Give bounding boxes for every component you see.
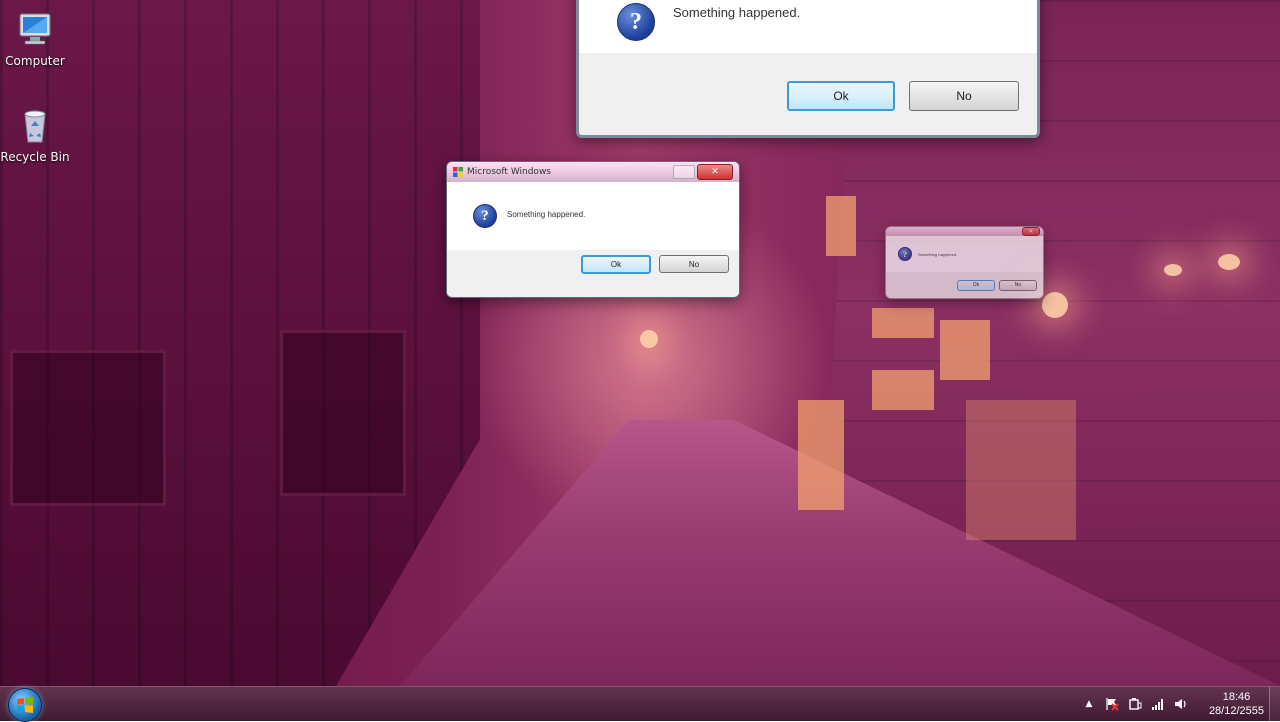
dialog-footer: Ok No bbox=[886, 272, 1043, 298]
wallpaper-window bbox=[280, 330, 406, 496]
wallpaper-lamp bbox=[640, 330, 658, 348]
close-icon: ✕ bbox=[1028, 228, 1034, 235]
dialog-titlebar[interactable]: ✕ bbox=[886, 227, 1043, 236]
message-dialog-middle: Microsoft Windows ✕ ? Something happened… bbox=[446, 161, 740, 298]
wallpaper-window bbox=[10, 350, 166, 506]
dialog-message: Something happened. bbox=[673, 4, 801, 20]
dialog-footer: Ok No bbox=[579, 53, 1037, 135]
dialog-title: Microsoft Windows bbox=[467, 167, 551, 177]
wallpaper-left-wall bbox=[0, 0, 480, 686]
clock-date: 28/12/2555 bbox=[1208, 705, 1264, 717]
system-tray: ▲ 18:46 28/12/2555 bbox=[1082, 687, 1264, 721]
wallpaper-sign bbox=[940, 320, 990, 380]
no-button[interactable]: No bbox=[999, 279, 1037, 291]
desktop-icon-recycle-bin[interactable]: Recycle Bin bbox=[0, 106, 70, 164]
show-desktop-button[interactable] bbox=[1269, 687, 1280, 721]
ok-button[interactable]: Ok bbox=[957, 279, 995, 291]
wallpaper-sign bbox=[798, 400, 844, 510]
no-button[interactable]: No bbox=[659, 255, 729, 273]
dialog-message: Something happened. bbox=[507, 209, 586, 219]
wallpaper-sign bbox=[872, 370, 934, 410]
show-hidden-icons-arrow[interactable]: ▲ bbox=[1082, 697, 1096, 711]
dialog-body: ? Something happened. bbox=[579, 0, 1037, 53]
close-button[interactable]: ✕ bbox=[1022, 227, 1040, 236]
taskbar: ▲ 18:46 28/12/2555 bbox=[0, 686, 1280, 722]
question-icon: ? bbox=[898, 247, 912, 261]
wallpaper-lamp bbox=[1164, 264, 1182, 276]
clock-time: 18:46 bbox=[1222, 691, 1251, 703]
close-icon: ✕ bbox=[711, 167, 719, 177]
ok-button[interactable]: Ok bbox=[787, 81, 895, 111]
volume-icon[interactable] bbox=[1174, 697, 1188, 711]
no-button[interactable]: No bbox=[909, 81, 1019, 111]
power-icon[interactable] bbox=[1128, 697, 1142, 711]
dialog-body: ? Something happened. bbox=[886, 236, 1043, 272]
windows-app-icon bbox=[453, 167, 463, 177]
dialog-body: ? Something happened. bbox=[447, 182, 739, 250]
start-button[interactable] bbox=[8, 688, 42, 722]
recycle-bin-icon bbox=[24, 110, 46, 143]
question-icon: ? bbox=[473, 204, 497, 228]
taskbar-clock[interactable]: 18:46 28/12/2555 bbox=[1209, 690, 1264, 718]
question-icon: ? bbox=[617, 3, 655, 41]
message-dialog-top: ? Something happened. Ok No bbox=[576, 0, 1040, 138]
wallpaper-board bbox=[966, 400, 1076, 540]
dialog-message: Something happened. bbox=[918, 251, 958, 257]
dialog-footer: Ok No bbox=[447, 250, 739, 295]
computer-icon bbox=[19, 13, 51, 45]
wallpaper-sign bbox=[872, 308, 934, 338]
desktop-icon-label: Recycle Bin bbox=[0, 150, 70, 164]
wallpaper-lamp bbox=[1218, 254, 1240, 270]
action-center-flag-icon[interactable] bbox=[1105, 697, 1119, 711]
dialog-titlebar[interactable]: Microsoft Windows ✕ bbox=[447, 162, 739, 182]
minimize-button[interactable] bbox=[673, 165, 695, 179]
windows-logo-icon bbox=[17, 697, 33, 713]
desktop-icon-computer[interactable]: Computer bbox=[0, 10, 70, 68]
wallpaper-lamp bbox=[1042, 292, 1068, 318]
close-button[interactable]: ✕ bbox=[697, 164, 733, 180]
ok-button[interactable]: Ok bbox=[581, 255, 651, 274]
wallpaper-sign bbox=[826, 196, 856, 256]
network-signal-icon[interactable] bbox=[1151, 697, 1165, 711]
desktop-icon-label: Computer bbox=[5, 54, 65, 68]
message-dialog-small: ✕ ? Something happened. Ok No bbox=[885, 226, 1044, 299]
